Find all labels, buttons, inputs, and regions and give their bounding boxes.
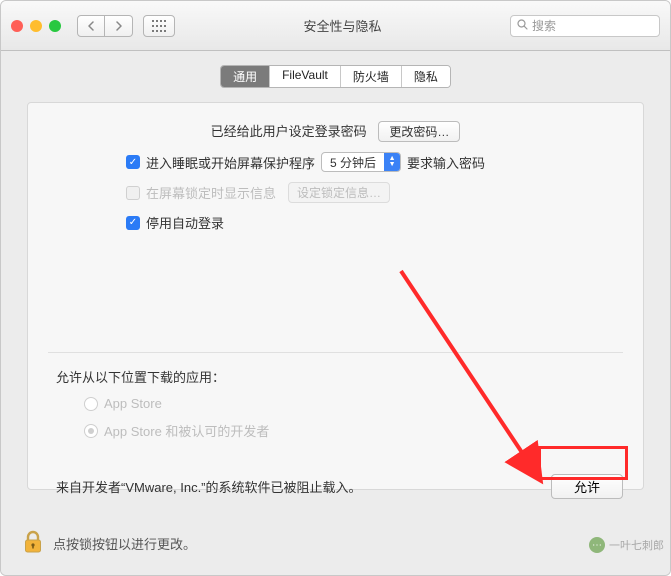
set-lock-message-button: 设定锁定信息… — [288, 182, 390, 203]
divider — [48, 352, 623, 353]
general-panel: 已经给此用户设定登录密码 更改密码… ✓ 进入睡眠或开始屏幕保护程序 5 分钟后… — [27, 102, 644, 490]
show-lock-message-checkbox[interactable] — [126, 186, 140, 200]
require-password-checkbox[interactable]: ✓ — [126, 155, 140, 169]
change-password-button[interactable]: 更改密码… — [378, 121, 460, 142]
watermark-text: 一叶七刺郎 — [609, 537, 664, 553]
radio-appstore[interactable] — [84, 397, 98, 411]
require-password-prefix: 进入睡眠或开始屏幕保护程序 — [146, 153, 315, 172]
nav-back-forward — [77, 15, 133, 37]
chevron-left-icon — [87, 21, 96, 31]
grid-icon — [152, 20, 166, 32]
wechat-icon: ⋯ — [589, 537, 605, 553]
lock-footer: 点按锁按钮以进行更改。 — [23, 530, 196, 557]
allow-from-label: 允许从以下位置下载的应用： — [56, 367, 623, 386]
tab-filevault[interactable]: FileVault — [270, 66, 341, 87]
show-lock-message-label: 在屏幕锁定时显示信息 — [146, 183, 276, 202]
show-all-button[interactable] — [143, 15, 175, 37]
lock-icon[interactable] — [23, 530, 43, 557]
zoom-icon[interactable] — [49, 20, 61, 32]
tab-privacy[interactable]: 隐私 — [402, 66, 450, 87]
require-password-delay-value: 5 分钟后 — [322, 154, 384, 171]
require-password-row: ✓ 进入睡眠或开始屏幕保护程序 5 分钟后 ▲▼ 要求输入密码 — [48, 152, 623, 172]
disable-autologin-checkbox[interactable]: ✓ — [126, 216, 140, 230]
window-title: 安全性与隐私 — [185, 16, 500, 35]
radio-appstore-label: App Store — [104, 396, 162, 411]
stepper-icon: ▲▼ — [384, 153, 400, 171]
radio-identified-row: App Store 和被认可的开发者 — [84, 421, 623, 440]
password-row: 已经给此用户设定登录密码 更改密码… — [48, 121, 623, 142]
close-icon[interactable] — [11, 20, 23, 32]
disable-autologin-row: ✓ 停用自动登录 — [48, 213, 623, 232]
window-controls — [11, 20, 61, 32]
tab-firewall[interactable]: 防火墙 — [341, 66, 402, 87]
tab-group: 通用 FileVault 防火墙 隐私 — [220, 65, 451, 88]
search-placeholder: 搜索 — [532, 17, 556, 34]
chevron-right-icon — [114, 21, 123, 31]
blocked-text: 来自开发者“VMware, Inc.”的系统软件已被阻止载入。 — [56, 477, 362, 496]
radio-identified-label: App Store 和被认可的开发者 — [104, 421, 269, 440]
back-button[interactable] — [77, 15, 105, 37]
tab-general[interactable]: 通用 — [221, 66, 270, 87]
body: 通用 FileVault 防火墙 隐私 已经给此用户设定登录密码 更改密码… ✓… — [1, 51, 670, 575]
require-password-delay-select[interactable]: 5 分钟后 ▲▼ — [321, 152, 401, 172]
search-icon — [517, 19, 528, 33]
minimize-icon[interactable] — [30, 20, 42, 32]
lock-footer-text: 点按锁按钮以进行更改。 — [53, 534, 196, 553]
blocked-row: 来自开发者“VMware, Inc.”的系统软件已被阻止载入。 允许 — [56, 474, 623, 499]
radio-appstore-row: App Store — [84, 396, 623, 411]
watermark: ⋯ 一叶七刺郎 — [589, 537, 664, 553]
radio-identified[interactable] — [84, 424, 98, 438]
preferences-window: 安全性与隐私 搜索 通用 FileVault 防火墙 隐私 已经给此用户设定登录… — [0, 0, 671, 576]
show-lock-message-row: 在屏幕锁定时显示信息 设定锁定信息… — [48, 182, 623, 203]
disable-autologin-label: 停用自动登录 — [146, 213, 224, 232]
forward-button[interactable] — [105, 15, 133, 37]
tabs: 通用 FileVault 防火墙 隐私 — [1, 65, 670, 88]
toolbar: 安全性与隐私 搜索 — [1, 1, 670, 51]
require-password-suffix: 要求输入密码 — [407, 153, 485, 172]
search-input[interactable]: 搜索 — [510, 15, 660, 37]
allow-button[interactable]: 允许 — [551, 474, 623, 499]
password-set-text: 已经给此用户设定登录密码 — [211, 124, 367, 139]
